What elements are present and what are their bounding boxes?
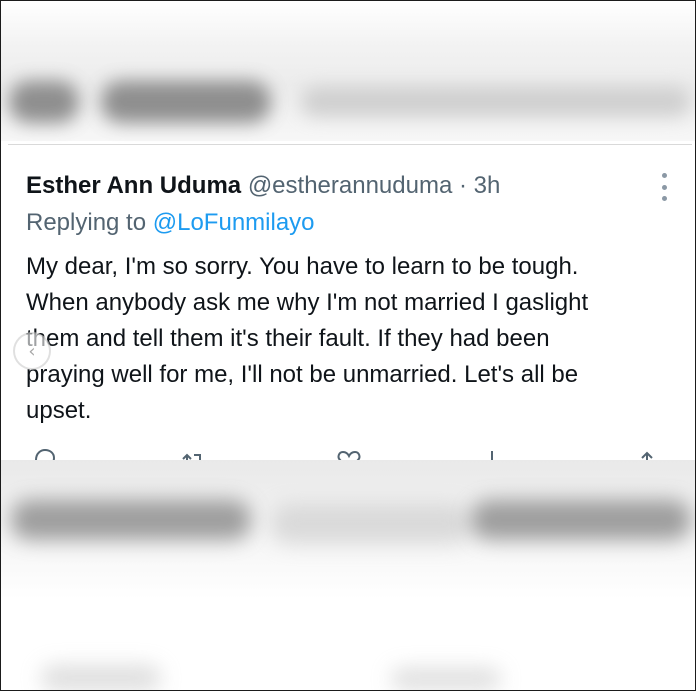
separator-dot: ·: [458, 172, 467, 199]
author-handle[interactable]: @estherannuduma: [248, 172, 453, 199]
screenshot-frame: Esther Ann Uduma @estherannuduma · 3h Re…: [0, 0, 696, 691]
tweet-text-line: them and tell them it's their fault. If …: [26, 325, 550, 352]
tweet-text-line: My dear, I'm so sorry. You have to learn…: [26, 253, 579, 280]
timestamp[interactable]: 3h: [474, 172, 501, 199]
dot-icon: [661, 184, 667, 190]
replying-to: Replying to @LoFunmilayo: [26, 208, 315, 238]
chevron-left-icon: ‹: [28, 340, 36, 362]
carousel-prev-button[interactable]: ‹: [13, 332, 51, 370]
tweet-text-line: When anybody ask me why I'm not married …: [26, 289, 589, 316]
tweet-card[interactable]: Esther Ann Uduma @estherannuduma · 3h Re…: [8, 144, 692, 461]
reply-button[interactable]: [32, 447, 58, 461]
reply-handle-link[interactable]: @LoFunmilayo: [153, 209, 315, 236]
retweet-icon: [182, 453, 201, 461]
retweet-button[interactable]: [181, 447, 207, 461]
reply-prefix: Replying to: [26, 209, 147, 236]
tweet-actions: [26, 447, 676, 461]
views-icon: [491, 451, 493, 461]
heart-icon: [337, 450, 361, 461]
blurred-footer: [1, 460, 695, 690]
dot-icon: [661, 173, 667, 178]
tweet-header: Esther Ann Uduma @estherannuduma · 3h: [26, 171, 652, 201]
tweet-text-line: upset.: [26, 397, 92, 424]
share-button[interactable]: [634, 447, 660, 461]
share-icon: [641, 451, 653, 461]
views-button[interactable]: [486, 447, 512, 461]
like-button[interactable]: [336, 447, 362, 461]
tweet-text: My dear, I'm so sorry. You have to learn…: [26, 249, 676, 429]
blurred-header: [1, 1, 695, 141]
tweet-text-line: praying well for me, I'll not be unmarri…: [26, 361, 579, 388]
author-name[interactable]: Esther Ann Uduma: [26, 172, 241, 199]
dot-icon: [661, 196, 667, 201]
reply-icon: [34, 448, 56, 461]
more-options-button[interactable]: [658, 173, 670, 201]
